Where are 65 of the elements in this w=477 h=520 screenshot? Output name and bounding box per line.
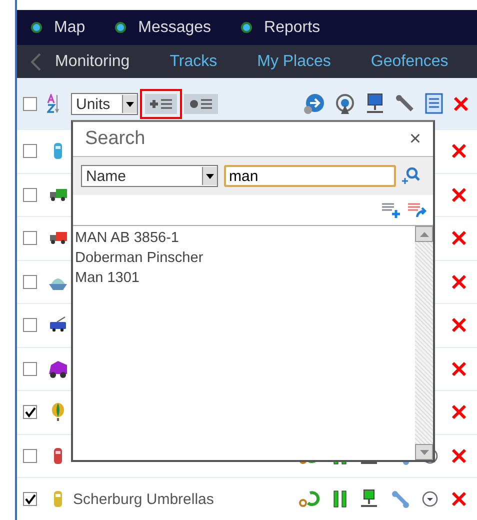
checkbox[interactable] (23, 492, 37, 506)
nav-tab[interactable]: Monitoring (55, 52, 130, 70)
status-dot-icon (241, 22, 252, 33)
nav-tab[interactable]: Tracks (170, 52, 218, 70)
dot-list-icon[interactable] (189, 98, 213, 110)
checkbox[interactable] (23, 97, 37, 111)
checkbox[interactable] (23, 318, 37, 332)
car-icon (49, 360, 67, 378)
move-list-icon[interactable] (407, 202, 427, 218)
pause-icon[interactable] (333, 490, 347, 508)
delete-icon[interactable] (451, 491, 467, 508)
delete-icon[interactable] (451, 317, 467, 334)
search-result[interactable]: Doberman Pinscher (75, 248, 413, 268)
unit-name[interactable]: Scherburg Umbrellas (73, 490, 214, 508)
add-to-list-button[interactable] (140, 89, 182, 119)
wrench-icon[interactable] (395, 94, 415, 114)
delete-icon[interactable] (453, 96, 469, 112)
nav-link[interactable]: Map (54, 18, 86, 36)
list-type-dropdown[interactable]: Units (71, 93, 138, 115)
list-document-icon[interactable] (425, 93, 443, 115)
close-button[interactable]: × (409, 128, 421, 150)
key-arrow-icon[interactable] (298, 490, 320, 508)
checkbox[interactable] (23, 448, 37, 463)
checkbox[interactable] (23, 188, 37, 202)
search-result[interactable]: Man 1301 (75, 268, 413, 288)
balloon-icon (49, 403, 67, 422)
search-icon[interactable] (400, 167, 420, 185)
delete-icon[interactable] (451, 448, 467, 464)
bus-icon (49, 316, 67, 334)
delete-icon[interactable] (451, 404, 467, 420)
checkbox[interactable] (23, 144, 37, 158)
nav-tab[interactable]: My Places (257, 52, 331, 70)
network-computer-icon[interactable] (365, 93, 385, 115)
back-chevron-icon[interactable] (31, 52, 41, 70)
checkbox[interactable] (23, 231, 37, 246)
nav-tab[interactable]: Geofences (370, 52, 448, 70)
checkbox[interactable] (23, 405, 37, 420)
delete-icon[interactable] (451, 186, 467, 203)
plus-list-icon[interactable] (149, 98, 173, 110)
scroll-up-icon[interactable] (420, 232, 428, 236)
wrench-icon[interactable] (391, 490, 409, 508)
satellite-dish-icon[interactable] (335, 93, 355, 115)
add-to-list-icon[interactable] (381, 202, 401, 218)
search-input[interactable]: man (224, 165, 396, 187)
arrow-gear-icon[interactable] (303, 93, 325, 115)
status-dot-icon (31, 22, 42, 33)
nav-link[interactable]: Reports (264, 18, 320, 36)
network-computer-icon[interactable] (360, 489, 378, 510)
nav-link[interactable]: Messages (138, 18, 212, 36)
delete-icon[interactable] (451, 230, 467, 246)
scrollbar[interactable] (415, 226, 433, 460)
checkbox[interactable] (23, 274, 37, 289)
delete-icon[interactable] (451, 274, 467, 290)
dropdown-arrow-icon[interactable] (206, 174, 214, 178)
dropdown-arrow-icon[interactable] (126, 102, 134, 106)
dropdown-circle-icon[interactable] (422, 491, 438, 508)
list-mode-button[interactable] (184, 94, 218, 114)
delete-icon[interactable] (451, 360, 467, 377)
search-field-dropdown[interactable]: Name (81, 165, 218, 187)
status-dot-icon (115, 22, 126, 33)
delete-icon[interactable] (451, 143, 467, 160)
sort-az-icon[interactable] (47, 94, 59, 114)
checkbox[interactable] (23, 362, 37, 376)
search-result[interactable]: MAN AB 3856-1 (75, 228, 413, 248)
dialog-title: Search (85, 128, 146, 150)
